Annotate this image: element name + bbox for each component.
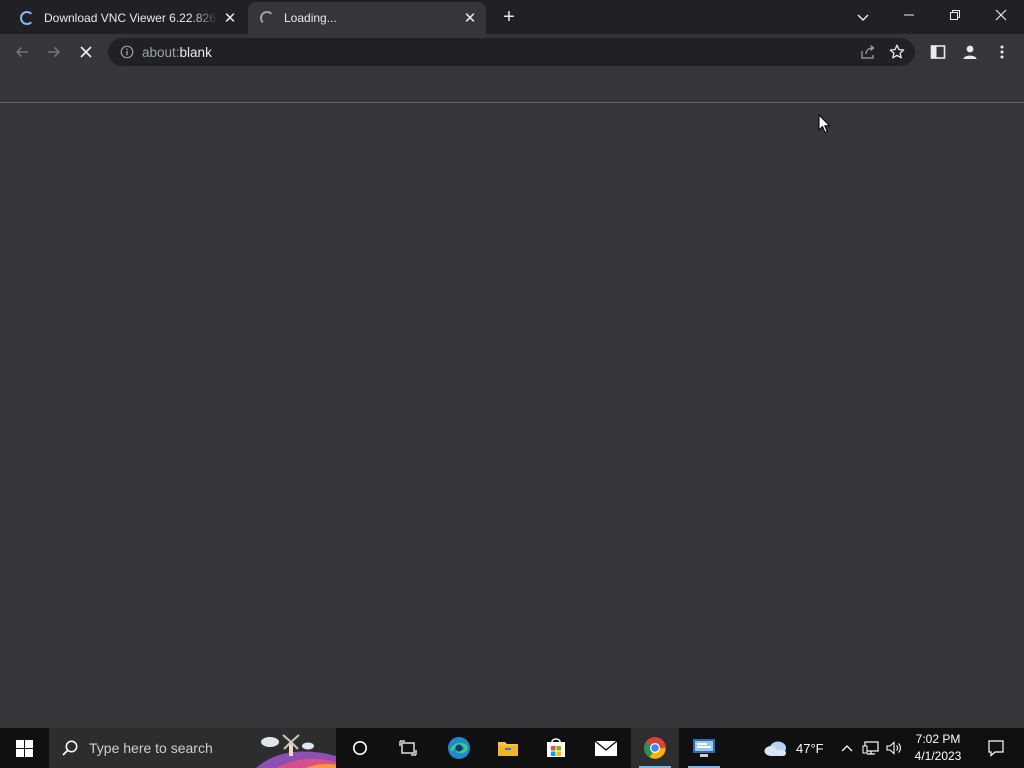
page-content [0,103,1024,728]
mouse-cursor-icon [818,113,831,139]
profile-icon[interactable] [956,38,984,66]
browser-toolbar: about:blank [0,34,1024,70]
site-info-icon[interactable] [119,44,135,60]
loading-spinner-icon [20,11,34,25]
close-icon[interactable] [978,0,1024,30]
windows-taskbar: Type here to search 47°F 7:02 PM 4/1/202… [0,728,1024,768]
address-text[interactable]: about:blank [142,45,212,60]
volume-icon[interactable] [883,728,905,768]
taskbar-search-box[interactable]: Type here to search [49,728,336,768]
tab-strip: Download VNC Viewer 6.22.826 | VNC ✕ Loa… [0,0,1024,34]
bookmarks-bar [0,70,1024,103]
task-view-icon[interactable] [384,728,432,768]
chevron-up-icon[interactable] [838,728,856,768]
stop-icon[interactable] [72,38,100,66]
star-icon[interactable] [888,43,906,61]
tab-title: Download VNC Viewer 6.22.826 | VNC [44,11,218,25]
store-icon[interactable] [532,728,580,768]
chrome-icon[interactable] [631,728,679,768]
forward-arrow-icon[interactable] [40,38,68,66]
kebab-menu-icon[interactable] [988,38,1016,66]
edge-icon[interactable] [435,728,483,768]
windows-start-icon[interactable] [0,728,48,768]
back-arrow-icon[interactable] [8,38,36,66]
search-placeholder: Type here to search [89,740,213,756]
minimize-icon[interactable] [886,0,932,30]
tab-loading[interactable]: Loading... ✕ [248,2,486,34]
remote-desktop-icon[interactable] [680,728,728,768]
notification-center-icon[interactable] [976,728,1016,768]
tab-close-icon[interactable]: ✕ [222,10,238,26]
clock-time: 7:02 PM [915,732,961,746]
new-tab-button[interactable]: + [497,5,521,29]
search-highlight-illustration-icon [256,734,336,768]
network-icon[interactable] [860,728,882,768]
url-path: blank [179,44,212,60]
cloudy-weather-icon[interactable] [752,728,800,768]
tab-vnc-download[interactable]: Download VNC Viewer 6.22.826 | VNC ✕ [8,2,246,34]
mail-icon[interactable] [582,728,630,768]
tab-title: Loading... [284,11,337,25]
tab-search-chevron-down-icon[interactable] [851,5,875,29]
restore-icon[interactable] [932,0,978,30]
loading-spinner-icon [260,11,274,25]
url-scheme: about: [142,44,180,60]
share-icon[interactable] [859,43,877,61]
cortana-icon[interactable] [336,728,384,768]
search-icon [62,740,78,756]
clock-date: 4/1/2023 [914,749,962,763]
weather-temperature[interactable]: 47°F [796,741,824,756]
file-explorer-icon[interactable] [484,728,532,768]
address-bar[interactable]: about:blank [108,38,915,66]
taskbar-clock[interactable]: 7:02 PM 4/1/2023 [906,731,970,765]
tab-close-icon[interactable]: ✕ [462,10,478,26]
side-panel-icon[interactable] [924,38,952,66]
